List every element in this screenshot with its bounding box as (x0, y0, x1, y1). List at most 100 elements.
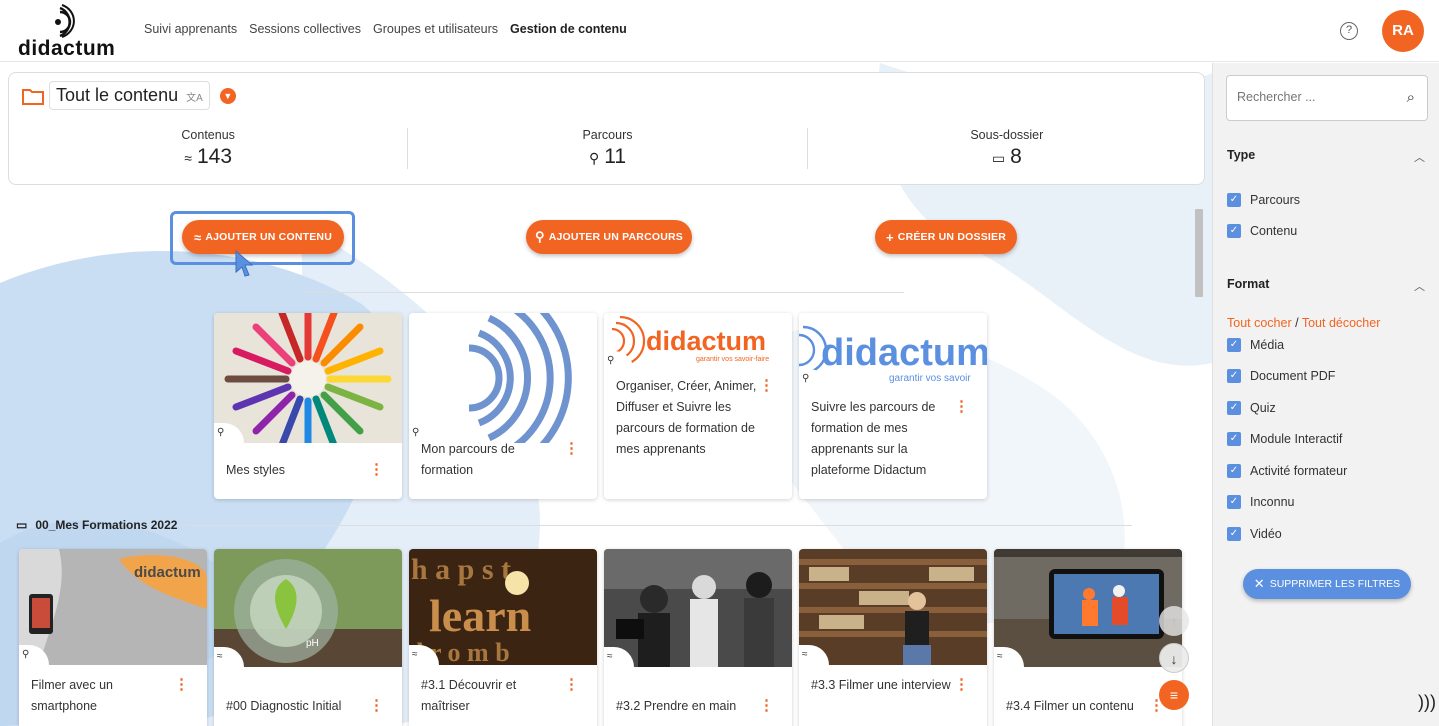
checkbox-label: Activité formateur (1250, 464, 1348, 478)
content-card[interactable]: h a p s t learn d r o m b ≈ #3.1 Découvr… (409, 549, 597, 726)
check-all-link[interactable]: Tout cocher (1227, 316, 1292, 330)
filter-type-contenu[interactable]: ✓ Contenu (1227, 224, 1297, 238)
checkbox-checked-icon[interactable]: ✓ (1227, 369, 1241, 383)
checkbox-checked-icon[interactable]: ✓ (1227, 401, 1241, 415)
search-icon[interactable]: ⌕ (1407, 89, 1415, 106)
more-options-icon[interactable]: ⋮ (759, 698, 774, 713)
logo-text: didactum (18, 37, 116, 60)
search-input[interactable] (1237, 90, 1387, 104)
checkbox-label: Vidéo (1250, 527, 1282, 541)
more-options-icon[interactable]: ⋮ (564, 677, 579, 692)
path-icon: ⚲ (588, 150, 600, 166)
checkbox-checked-icon[interactable]: ✓ (1227, 527, 1241, 541)
filter-format-video[interactable]: ✓ Vidéo (1227, 527, 1282, 541)
chevron-up-icon[interactable]: ︿ (1414, 149, 1425, 165)
section-header[interactable]: ▭ 00_Mes Formations 2022 (16, 518, 177, 532)
filter-format-inconnu[interactable]: ✓ Inconnu (1227, 495, 1294, 509)
svg-text:h a p s t: h a p s t (411, 553, 511, 586)
content-card[interactable]: ≈ #3.2 Prendre en main ⋮ (604, 549, 792, 726)
help-icon[interactable]: ? (1340, 22, 1358, 40)
stat-value: 143 (196, 145, 233, 168)
content-card[interactable]: didactum ⚲ Filmer avec un smartphone ⋮ (19, 549, 207, 726)
more-options-icon[interactable]: ⋮ (564, 441, 579, 456)
checkbox-checked-icon[interactable]: ✓ (1227, 338, 1241, 352)
nav-suivi-apprenants[interactable]: Suivi apprenants (144, 22, 237, 36)
section-title: 00_Mes Formations 2022 (35, 518, 178, 532)
filter-format-pdf[interactable]: ✓ Document PDF (1227, 369, 1335, 383)
content-card[interactable]: ≈ #3.3 Filmer une interview ⋮ (799, 549, 987, 726)
logo-mark-icon (55, 4, 75, 38)
more-options-icon[interactable]: ⋮ (759, 378, 774, 393)
nav-gestion-contenu[interactable]: Gestion de contenu (510, 22, 627, 36)
avatar[interactable]: RA (1382, 10, 1424, 52)
logo-waves-image (409, 313, 597, 443)
filter-format-module[interactable]: ✓ Module Interactif (1227, 432, 1342, 446)
path-card[interactable]: didactum garantir vos savoir-faire ⚲ Org… (604, 313, 792, 499)
brand-text: didactum (134, 564, 201, 581)
more-options-icon[interactable]: ⋮ (369, 462, 384, 477)
didactum-logo[interactable]: didactum (18, 4, 128, 60)
clear-filters-button[interactable]: ✕ SUPPRIMER LES FILTRES (1243, 569, 1411, 599)
folder-header-card: Tout le contenu 文A ▼ Contenus ≈143 Parco… (8, 72, 1205, 185)
filter-type-parcours[interactable]: ✓ Parcours (1227, 193, 1300, 207)
add-path-label: AJOUTER UN PARCOURS (548, 231, 683, 243)
top-bar: didactum Suivi apprenants Sessions colle… (0, 0, 1439, 62)
colored-pencils-image (214, 313, 402, 443)
checkbox-label: Parcours (1250, 193, 1301, 207)
path-icon: ⚲ (534, 229, 545, 244)
scroll-down-icon[interactable]: ↓ (1159, 643, 1189, 673)
card-title: #3.1 Découvrir et maîtriser (421, 678, 517, 713)
folder-title-field[interactable]: Tout le contenu 文A (49, 81, 210, 110)
add-path-button[interactable]: ⚲ AJOUTER UN PARCOURS (526, 220, 692, 254)
card-title: #00 Diagnostic Initial (226, 699, 342, 713)
filter-format-activite[interactable]: ✓ Activité formateur (1227, 464, 1347, 478)
library-interview-image (799, 549, 987, 665)
format-filter-header[interactable]: Format (1227, 277, 1269, 291)
type-filter-header[interactable]: Type (1227, 148, 1255, 162)
filter-format-quiz[interactable]: ✓ Quiz (1227, 401, 1276, 415)
nav-groupes-utilisateurs[interactable]: Groupes et utilisateurs (373, 22, 498, 36)
separator: / (1295, 316, 1299, 330)
nav-sessions-collectives[interactable]: Sessions collectives (249, 22, 361, 36)
search-box[interactable]: ⌕ (1226, 75, 1428, 121)
scroll-up-icon[interactable]: ↑ (1159, 606, 1189, 636)
path-card[interactable]: ⚲ Mes styles ⋮ (214, 313, 402, 499)
close-icon: ✕ (1253, 576, 1265, 591)
stat-sous-dossier: Sous-dossier ▭ 8 (806, 128, 1206, 169)
content-card[interactable]: pH ≈ #00 Diagnostic Initial ⋮ (214, 549, 402, 726)
stat-label: Sous-dossier (970, 128, 1044, 142)
film-crew-image (604, 549, 792, 667)
chevron-up-icon[interactable]: ︿ (1414, 278, 1425, 294)
brand-tagline: garantir vos savoir-faire (696, 356, 769, 363)
scrollbar[interactable] (1194, 203, 1204, 723)
content-icon: ≈ (184, 150, 192, 166)
checkbox-checked-icon[interactable]: ✓ (1227, 224, 1241, 238)
checkbox-checked-icon[interactable]: ✓ (1227, 495, 1241, 509)
card-image: ⚲ (409, 313, 597, 443)
path-card[interactable]: didactum garantir vos savoir ⚲ Suivre le… (799, 313, 987, 499)
filter-format-media[interactable]: ✓ Média (1227, 338, 1284, 352)
checkbox-checked-icon[interactable]: ✓ (1227, 464, 1241, 478)
scrollbar-thumb[interactable] (1195, 209, 1203, 297)
more-options-icon[interactable]: ⋮ (954, 399, 969, 414)
stat-value: 8 (1010, 145, 1022, 168)
checkbox-checked-icon[interactable]: ✓ (1227, 432, 1241, 446)
more-options-icon[interactable]: ⋮ (954, 677, 969, 692)
more-options-icon[interactable]: ⋮ (369, 698, 384, 713)
uncheck-all-link[interactable]: Tout décocher (1302, 316, 1381, 330)
divider (186, 525, 1132, 526)
create-folder-button[interactable]: + CRÉER UN DOSSIER (875, 220, 1017, 254)
chevron-down-icon[interactable]: ▼ (219, 87, 236, 104)
folder-title-row: Tout le contenu 文A ▼ (21, 81, 236, 110)
brand-text: didactum (646, 326, 766, 356)
card-image: didactum garantir vos savoir-faire ⚲ (604, 313, 792, 371)
more-options-icon[interactable]: ⋮ (174, 677, 189, 692)
translate-icon[interactable]: 文A (186, 93, 203, 104)
content-card[interactable]: ≈ #3.4 Filmer un contenu ⋮ (994, 549, 1182, 726)
card-image: h a p s t learn d r o m b ≈ (409, 549, 597, 665)
folder-icon: ▭ (16, 518, 28, 532)
path-card[interactable]: ⚲ Mon parcours de formation ⋮ (409, 313, 597, 499)
card-image: ≈ (994, 549, 1182, 667)
checkbox-checked-icon[interactable]: ✓ (1227, 193, 1241, 207)
sort-menu-icon[interactable]: ≡ (1159, 680, 1189, 710)
